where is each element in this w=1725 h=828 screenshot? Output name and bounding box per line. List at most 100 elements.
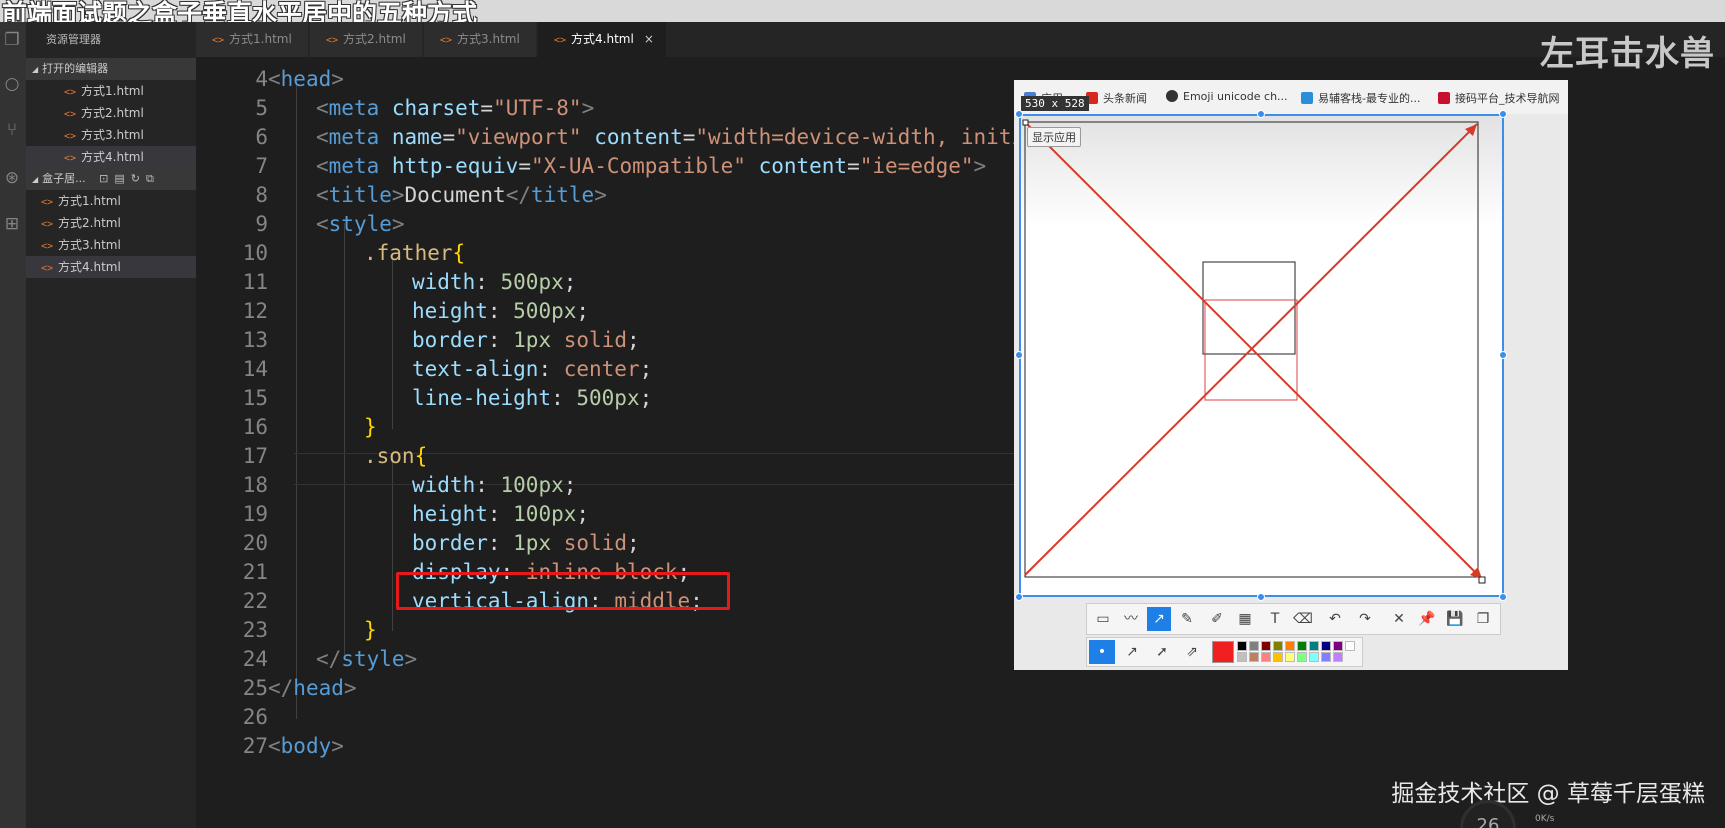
extensions-icon[interactable]: ⊞	[2, 214, 22, 234]
color-swatch[interactable]	[1297, 641, 1307, 651]
rect-tool-icon[interactable]: ▭	[1091, 607, 1115, 631]
marker-tool-icon[interactable]: ✐	[1205, 607, 1229, 631]
file-item[interactable]: <> 方式2.html	[26, 212, 196, 234]
file-item[interactable]: <> 方式3.html	[26, 234, 196, 256]
close-icon[interactable]: ✕	[1387, 607, 1411, 631]
code-token: {	[414, 444, 428, 468]
code-token: >	[973, 154, 987, 178]
new-folder-icon[interactable]: ▤	[114, 172, 130, 185]
chevron-down-icon: ◢	[32, 175, 39, 184]
code-text: border: 1px solid;	[412, 527, 640, 559]
pin-icon[interactable]: 📌	[1415, 607, 1439, 631]
arrow-handle[interactable]	[1022, 119, 1029, 126]
color-swatch[interactable]	[1249, 652, 1259, 662]
color-swatch[interactable]	[1321, 652, 1331, 662]
code-text: .father{	[364, 237, 465, 269]
open-editor-item[interactable]: <> 方式4.html	[26, 146, 196, 168]
open-editor-item[interactable]: <> 方式1.html	[26, 80, 196, 102]
bookmark-jiema[interactable]: 接码平台_技术导航网	[1438, 90, 1560, 106]
folder-toolbar[interactable]: ⊡▤↻⧉	[99, 172, 160, 185]
code-token: :	[487, 299, 514, 323]
close-icon[interactable]: ×	[644, 32, 654, 46]
resize-handle[interactable]	[1257, 110, 1265, 118]
color-swatch[interactable]	[1321, 641, 1331, 651]
color-swatch[interactable]	[1261, 652, 1271, 662]
pen-tool-icon[interactable]: ✎	[1175, 607, 1199, 631]
collapse-all-icon[interactable]: ⧉	[146, 172, 160, 185]
arrow-tool-icon[interactable]: ↗	[1147, 607, 1171, 631]
tab-file-2[interactable]: <> 方式2.html	[310, 22, 422, 57]
color-swatch[interactable]	[1309, 641, 1319, 651]
source-control-icon[interactable]: ⑂	[2, 120, 22, 140]
color-swatch[interactable]	[1249, 641, 1259, 651]
files-icon[interactable]: ❐	[2, 30, 22, 50]
bookmark-emoji[interactable]: Emoji unicode ch...	[1166, 90, 1288, 103]
current-color-swatch[interactable]	[1212, 641, 1234, 663]
debug-icon[interactable]: ⊛	[2, 168, 22, 188]
network-speed: 0K/s	[1535, 814, 1555, 824]
color-swatch[interactable]	[1309, 652, 1319, 662]
search-icon[interactable]: ○	[2, 74, 22, 94]
color-swatch[interactable]	[1333, 641, 1343, 651]
text-tool-icon[interactable]: T	[1263, 607, 1287, 631]
code-token: content	[594, 125, 683, 149]
code-text: <meta charset="UTF-8">	[316, 92, 594, 124]
arrow-style-1-icon[interactable]: ↗	[1119, 640, 1145, 664]
mosaic-tool-icon[interactable]: ▦	[1233, 607, 1257, 631]
eraser-tool-icon[interactable]: ⌫	[1291, 607, 1315, 631]
curve-tool-icon[interactable]: 〰	[1119, 607, 1143, 631]
resize-handle[interactable]	[1015, 110, 1023, 118]
resize-handle[interactable]	[1499, 593, 1507, 601]
file-item[interactable]: <> 方式4.html	[26, 256, 196, 278]
tab-file-1[interactable]: <> 方式1.html	[196, 22, 308, 57]
html-file-icon: <>	[326, 35, 339, 46]
color-swatch[interactable]	[1345, 641, 1355, 651]
capture-selection[interactable]	[1019, 114, 1504, 597]
bookmark-toutiao[interactable]: 头条新闻	[1086, 90, 1147, 106]
resize-handle[interactable]	[1257, 593, 1265, 601]
html-file-icon: <>	[64, 87, 77, 98]
copy-icon[interactable]: ❐	[1471, 607, 1495, 631]
open-editor-item[interactable]: <> 方式3.html	[26, 124, 196, 146]
code-token: <	[316, 96, 329, 120]
code-token: head	[293, 676, 344, 700]
open-editors-section[interactable]: ◢ 打开的编辑器	[26, 58, 196, 80]
tab-label: 方式3.html	[457, 32, 520, 46]
color-swatch[interactable]	[1237, 641, 1247, 651]
color-swatch[interactable]	[1297, 652, 1307, 662]
open-editor-item[interactable]: <> 方式2.html	[26, 102, 196, 124]
save-icon[interactable]: 💾	[1443, 607, 1467, 631]
color-swatch[interactable]	[1273, 652, 1283, 662]
redo-icon[interactable]: ↷	[1353, 607, 1377, 631]
code-text: height: 500px;	[412, 295, 589, 327]
resize-handle[interactable]	[1015, 351, 1023, 359]
apply-button[interactable]: 显示应用	[1027, 127, 1081, 147]
arrow-style-3-icon[interactable]: ⇗	[1179, 640, 1205, 664]
undo-icon[interactable]: ↶	[1323, 607, 1347, 631]
arrow-handle[interactable]	[1478, 576, 1486, 584]
color-swatch[interactable]	[1333, 652, 1343, 662]
new-file-icon[interactable]: ⊡	[99, 172, 114, 185]
color-swatch[interactable]	[1285, 652, 1295, 662]
arrow-style-2-icon[interactable]: ➚	[1149, 640, 1175, 664]
resize-handle[interactable]	[1499, 351, 1507, 359]
bookmark-yifu[interactable]: 易辅客栈-最专业的...	[1301, 90, 1420, 106]
annotation-canvas	[1022, 119, 1486, 584]
tab-file-4[interactable]: <> 方式4.html ×	[538, 22, 666, 57]
color-swatch[interactable]	[1261, 641, 1271, 651]
line-number: 24	[242, 647, 268, 671]
color-swatch[interactable]	[1237, 652, 1247, 662]
tab-file-3[interactable]: <> 方式3.html	[424, 22, 536, 57]
bookmarks-bar: 应用 头条新闻 Emoji unicode ch... 易辅客栈-最专业的...…	[1014, 80, 1568, 114]
community-watermark: 掘金技术社区 @ 草莓千层蛋糕	[1391, 781, 1705, 807]
html-file-icon: <>	[212, 35, 225, 46]
refresh-icon[interactable]: ↻	[131, 172, 146, 185]
color-swatch[interactable]	[1285, 641, 1295, 651]
resize-handle[interactable]	[1015, 593, 1023, 601]
resize-handle[interactable]	[1499, 110, 1507, 118]
color-swatch[interactable]	[1273, 641, 1283, 651]
folder-section[interactable]: ◢ 盒子居... ⊡▤↻⧉	[26, 168, 196, 190]
file-item[interactable]: <> 方式1.html	[26, 190, 196, 212]
size-dot-icon[interactable]: •	[1089, 640, 1115, 664]
